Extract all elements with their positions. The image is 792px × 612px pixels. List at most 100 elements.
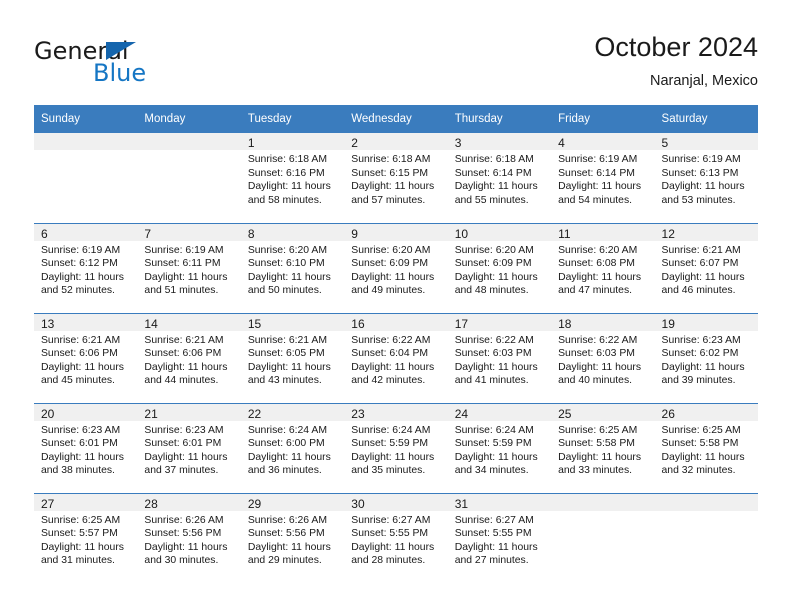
calendar-day-cell[interactable]: 27 Sunrise: 6:25 AM Sunset: 5:57 PM Dayl… bbox=[34, 492, 138, 583]
sunrise-text: Sunrise: 6:21 AM bbox=[661, 244, 741, 256]
weekday-header-monday: Monday bbox=[137, 105, 241, 133]
calendar-day-cell[interactable]: 11 Sunrise: 6:20 AM Sunset: 6:08 PM Dayl… bbox=[551, 222, 655, 313]
day-details: Sunrise: 6:20 AM Sunset: 6:08 PM Dayligh… bbox=[551, 241, 654, 298]
sunset-text: Sunset: 5:59 PM bbox=[351, 438, 429, 450]
calendar-day-cell[interactable]: 22 Sunrise: 6:24 AM Sunset: 6:00 PM Dayl… bbox=[240, 402, 345, 493]
day-number: 8 bbox=[240, 223, 345, 241]
daylight-text-line2: and 43 minutes. bbox=[247, 375, 322, 387]
day-details: Sunrise: 6:26 AM Sunset: 5:56 PM Dayligh… bbox=[241, 511, 344, 568]
calendar-day-cell[interactable]: 5 Sunrise: 6:19 AM Sunset: 6:13 PM Dayli… bbox=[654, 133, 758, 223]
calendar-page: General Blue October 2024 Naranjal, Mexi… bbox=[0, 0, 792, 612]
sunrise-text: Sunrise: 6:26 AM bbox=[247, 514, 327, 526]
calendar-day-cell[interactable]: 14 Sunrise: 6:21 AM Sunset: 6:06 PM Dayl… bbox=[137, 312, 241, 403]
day-details: Sunrise: 6:24 AM Sunset: 5:59 PM Dayligh… bbox=[448, 421, 551, 478]
day-number: 24 bbox=[447, 403, 552, 421]
day-number: 15 bbox=[240, 313, 345, 331]
day-number: 13 bbox=[34, 313, 138, 331]
day-number: 20 bbox=[34, 403, 138, 421]
daylight-text-line2: and 27 minutes. bbox=[454, 555, 529, 567]
day-number: 7 bbox=[137, 223, 241, 241]
sunrise-text: Sunrise: 6:27 AM bbox=[351, 514, 431, 526]
daylight-text-line2: and 50 minutes. bbox=[247, 285, 322, 297]
day-details: Sunrise: 6:26 AM Sunset: 5:56 PM Dayligh… bbox=[137, 511, 240, 568]
calendar-day-cell[interactable]: 13 Sunrise: 6:21 AM Sunset: 6:06 PM Dayl… bbox=[34, 312, 138, 403]
calendar-day-cell[interactable]: 31 Sunrise: 6:27 AM Sunset: 5:55 PM Dayl… bbox=[447, 492, 552, 583]
calendar-day-cell[interactable]: 21 Sunrise: 6:23 AM Sunset: 6:01 PM Dayl… bbox=[137, 402, 241, 493]
daylight-text-line2: and 36 minutes. bbox=[247, 465, 322, 477]
sunrise-text: Sunrise: 6:18 AM bbox=[247, 154, 327, 165]
calendar-day-cell[interactable]: 29 Sunrise: 6:26 AM Sunset: 5:56 PM Dayl… bbox=[240, 492, 345, 583]
sunset-text: Sunset: 5:57 PM bbox=[41, 528, 118, 540]
day-number bbox=[137, 133, 241, 150]
sunrise-text: Sunrise: 6:19 AM bbox=[41, 244, 121, 256]
day-number: 28 bbox=[137, 493, 241, 511]
sunset-text: Sunset: 6:02 PM bbox=[661, 348, 739, 360]
calendar-day-cell[interactable]: 12 Sunrise: 6:21 AM Sunset: 6:07 PM Dayl… bbox=[654, 222, 758, 313]
day-number: 16 bbox=[344, 313, 448, 331]
day-number: 22 bbox=[240, 403, 345, 421]
sunset-text: Sunset: 6:10 PM bbox=[247, 258, 325, 270]
daylight-text-line2: and 46 minutes. bbox=[661, 285, 736, 297]
daylight-text-line1: Daylight: 11 hours bbox=[661, 271, 745, 283]
daylight-text-line1: Daylight: 11 hours bbox=[41, 541, 124, 553]
day-details: Sunrise: 6:25 AM Sunset: 5:57 PM Dayligh… bbox=[34, 511, 137, 568]
sunset-text: Sunset: 6:07 PM bbox=[661, 258, 739, 270]
calendar-day-cell[interactable]: 18 Sunrise: 6:22 AM Sunset: 6:03 PM Dayl… bbox=[551, 312, 655, 403]
calendar-day-cell[interactable]: 6 Sunrise: 6:19 AM Sunset: 6:12 PM Dayli… bbox=[34, 222, 138, 313]
daylight-text-line1: Daylight: 11 hours bbox=[661, 361, 745, 373]
day-details: Sunrise: 6:21 AM Sunset: 6:05 PM Dayligh… bbox=[241, 331, 344, 388]
calendar-day-cell[interactable]: 19 Sunrise: 6:23 AM Sunset: 6:02 PM Dayl… bbox=[654, 312, 758, 403]
day-number: 11 bbox=[551, 223, 655, 241]
daylight-text-line2: and 57 minutes. bbox=[351, 194, 426, 206]
calendar-day-cell[interactable]: 26 Sunrise: 6:25 AM Sunset: 5:58 PM Dayl… bbox=[654, 402, 758, 493]
calendar-day-cell[interactable]: 2 Sunrise: 6:18 AM Sunset: 6:15 PM Dayli… bbox=[344, 133, 448, 223]
calendar-day-cell[interactable]: 9 Sunrise: 6:20 AM Sunset: 6:09 PM Dayli… bbox=[344, 222, 448, 313]
general-blue-logo[interactable]: General Blue bbox=[34, 38, 224, 90]
daylight-text-line1: Daylight: 11 hours bbox=[247, 451, 331, 463]
day-number: 14 bbox=[137, 313, 241, 331]
calendar-day-cell[interactable]: 8 Sunrise: 6:20 AM Sunset: 6:10 PM Dayli… bbox=[240, 222, 345, 313]
sunset-text: Sunset: 6:14 PM bbox=[454, 167, 532, 179]
day-number: 19 bbox=[654, 313, 758, 331]
day-number: 25 bbox=[551, 403, 655, 421]
weekday-header-sunday: Sunday bbox=[34, 105, 138, 133]
calendar-day-cell[interactable]: 30 Sunrise: 6:27 AM Sunset: 5:55 PM Dayl… bbox=[344, 492, 448, 583]
calendar-day-cell[interactable]: 4 Sunrise: 6:19 AM Sunset: 6:14 PM Dayli… bbox=[551, 133, 655, 223]
day-details: Sunrise: 6:23 AM Sunset: 6:02 PM Dayligh… bbox=[655, 331, 758, 388]
sunset-text: Sunset: 6:00 PM bbox=[247, 438, 325, 450]
page-header: General Blue October 2024 Naranjal, Mexi… bbox=[0, 0, 792, 104]
sunrise-text: Sunrise: 6:20 AM bbox=[558, 244, 638, 256]
calendar-day-cell[interactable]: 15 Sunrise: 6:21 AM Sunset: 6:05 PM Dayl… bbox=[240, 312, 345, 403]
day-details: Sunrise: 6:22 AM Sunset: 6:03 PM Dayligh… bbox=[551, 331, 654, 388]
day-number: 12 bbox=[654, 223, 758, 241]
sunset-text: Sunset: 6:11 PM bbox=[144, 258, 221, 270]
sunrise-text: Sunrise: 6:26 AM bbox=[144, 514, 224, 526]
daylight-text-line1: Daylight: 11 hours bbox=[454, 271, 538, 283]
calendar-day-cell[interactable]: 10 Sunrise: 6:20 AM Sunset: 6:09 PM Dayl… bbox=[447, 222, 552, 313]
calendar-day-cell[interactable]: 16 Sunrise: 6:22 AM Sunset: 6:04 PM Dayl… bbox=[344, 312, 448, 403]
sunrise-text: Sunrise: 6:21 AM bbox=[41, 334, 121, 346]
daylight-text-line1: Daylight: 11 hours bbox=[454, 181, 538, 193]
sunrise-text: Sunrise: 6:20 AM bbox=[454, 244, 534, 256]
calendar-day-cell[interactable]: 24 Sunrise: 6:24 AM Sunset: 5:59 PM Dayl… bbox=[447, 402, 552, 493]
day-details: Sunrise: 6:25 AM Sunset: 5:58 PM Dayligh… bbox=[655, 421, 758, 478]
daylight-text-line2: and 47 minutes. bbox=[558, 285, 633, 297]
daylight-text-line2: and 32 minutes. bbox=[661, 465, 736, 477]
calendar-day-cell[interactable]: 3 Sunrise: 6:18 AM Sunset: 6:14 PM Dayli… bbox=[447, 133, 552, 223]
daylight-text-line2: and 54 minutes. bbox=[558, 194, 633, 206]
calendar-day-cell[interactable]: 7 Sunrise: 6:19 AM Sunset: 6:11 PM Dayli… bbox=[137, 222, 241, 313]
calendar-day-cell[interactable]: 17 Sunrise: 6:22 AM Sunset: 6:03 PM Dayl… bbox=[447, 312, 552, 403]
daylight-text-line1: Daylight: 11 hours bbox=[351, 271, 435, 283]
daylight-text-line2: and 52 minutes. bbox=[41, 285, 115, 297]
daylight-text-line1: Daylight: 11 hours bbox=[661, 181, 745, 193]
calendar-day-cell[interactable]: 25 Sunrise: 6:25 AM Sunset: 5:58 PM Dayl… bbox=[551, 402, 655, 493]
page-title: October 2024 bbox=[594, 32, 758, 62]
sunrise-text: Sunrise: 6:23 AM bbox=[41, 424, 121, 436]
day-details: Sunrise: 6:22 AM Sunset: 6:04 PM Dayligh… bbox=[344, 331, 447, 388]
calendar-day-cell[interactable]: 23 Sunrise: 6:24 AM Sunset: 5:59 PM Dayl… bbox=[344, 402, 448, 493]
sunset-text: Sunset: 6:05 PM bbox=[247, 348, 325, 360]
calendar-day-cell[interactable]: 20 Sunrise: 6:23 AM Sunset: 6:01 PM Dayl… bbox=[34, 402, 138, 493]
calendar-table: Sunday Monday Tuesday Wednesday Thursday… bbox=[34, 105, 758, 583]
calendar-day-cell[interactable]: 28 Sunrise: 6:26 AM Sunset: 5:56 PM Dayl… bbox=[137, 492, 241, 583]
calendar-day-cell[interactable]: 1 Sunrise: 6:18 AM Sunset: 6:16 PM Dayli… bbox=[240, 133, 345, 223]
